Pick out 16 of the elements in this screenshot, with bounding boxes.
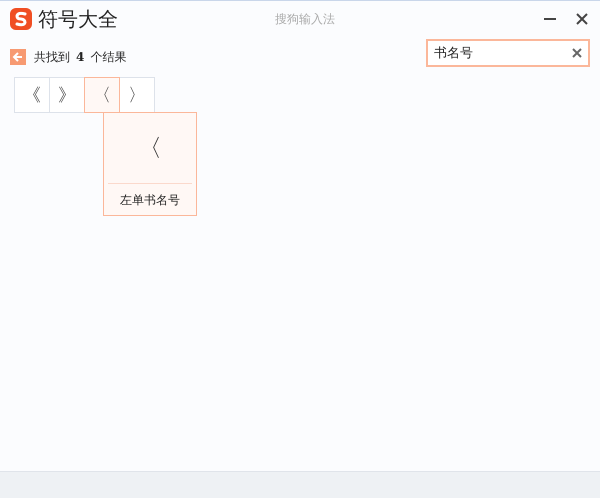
symbol-button[interactable]: 》 xyxy=(49,77,85,113)
clear-icon[interactable] xyxy=(572,48,582,58)
symbol-name: 左单书名号 xyxy=(120,192,180,209)
app-name: 搜狗输入法 xyxy=(274,10,336,28)
symbol-button[interactable]: 〈 xyxy=(84,77,120,113)
symbol-button[interactable]: 〉 xyxy=(119,77,155,113)
close-button[interactable] xyxy=(574,11,590,27)
search-field[interactable]: 书名号 xyxy=(426,39,590,67)
close-icon xyxy=(575,12,589,26)
logo-icon xyxy=(10,8,32,30)
result-count: 共找到 4 个结果 xyxy=(34,48,126,66)
minimize-icon xyxy=(544,18,556,20)
window-title: 符号大全 xyxy=(38,6,118,32)
symbol-button[interactable]: 《 xyxy=(14,77,50,113)
preview-symbol: 〈 xyxy=(138,133,162,164)
arrow-left-icon xyxy=(12,51,24,63)
